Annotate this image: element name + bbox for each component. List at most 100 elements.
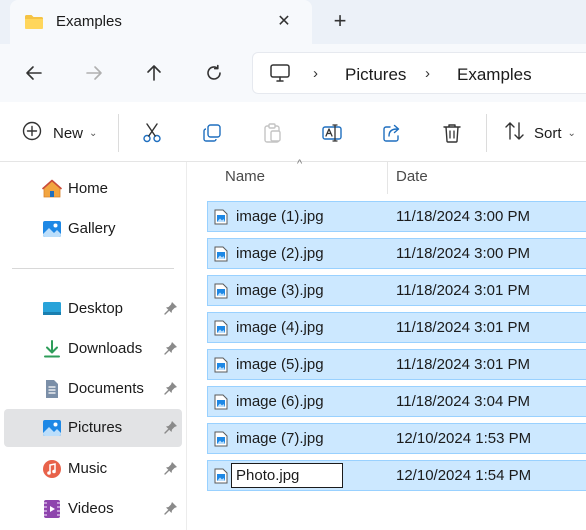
file-date: 11/18/2024 3:01 PM bbox=[396, 356, 530, 373]
file-date: 11/18/2024 3:01 PM bbox=[396, 319, 530, 336]
forward-arrow-icon[interactable] bbox=[79, 58, 109, 88]
copy-icon[interactable] bbox=[201, 120, 223, 146]
sidebar-item-label: Pictures bbox=[68, 419, 123, 436]
back-arrow-icon[interactable] bbox=[19, 58, 49, 88]
this-pc-icon[interactable] bbox=[269, 63, 291, 87]
breadcrumb-pictures[interactable]: Pictures bbox=[345, 65, 406, 85]
pin-icon[interactable] bbox=[164, 341, 178, 359]
image-file-icon bbox=[214, 283, 228, 303]
sort-ascending-icon: ^ bbox=[297, 158, 303, 170]
table-row[interactable]: image (5).jpg 11/18/2024 3:01 PM bbox=[207, 349, 586, 380]
documents-icon bbox=[42, 379, 62, 399]
column-header-name[interactable]: Name bbox=[225, 168, 265, 185]
file-name: image (3).jpg bbox=[236, 282, 324, 299]
file-date: 12/10/2024 1:53 PM bbox=[396, 430, 532, 447]
command-bar: New ⌄ Sort ⌄ bbox=[0, 102, 586, 162]
desktop-icon bbox=[42, 299, 62, 319]
table-row[interactable]: image (3).jpg 11/18/2024 3:01 PM bbox=[207, 275, 586, 306]
up-arrow-icon[interactable] bbox=[139, 58, 169, 88]
refresh-icon[interactable] bbox=[199, 58, 229, 88]
navigation-bar: › Pictures › Examples bbox=[0, 44, 586, 102]
rename-icon[interactable] bbox=[321, 120, 343, 146]
table-row[interactable]: image (7).jpg 12/10/2024 1:53 PM bbox=[207, 423, 586, 454]
close-tab-icon[interactable]: ✕ bbox=[272, 10, 296, 34]
table-row[interactable]: image (6).jpg 11/18/2024 3:04 PM bbox=[207, 386, 586, 417]
delete-icon[interactable] bbox=[441, 120, 463, 146]
chevron-down-icon: ⌄ bbox=[89, 127, 98, 139]
address-bar[interactable]: › Pictures › Examples bbox=[252, 52, 586, 94]
rename-input[interactable] bbox=[231, 463, 343, 488]
column-divider[interactable] bbox=[387, 162, 388, 194]
cut-icon[interactable] bbox=[141, 120, 163, 146]
image-file-icon bbox=[214, 246, 228, 266]
breadcrumb-examples[interactable]: Examples bbox=[457, 65, 532, 85]
chevron-down-icon: ⌄ bbox=[567, 127, 576, 139]
sidebar-item-label: Gallery bbox=[68, 220, 116, 237]
file-name: image (5).jpg bbox=[236, 356, 324, 373]
pin-icon[interactable] bbox=[164, 461, 178, 479]
file-name: image (7).jpg bbox=[236, 430, 324, 447]
pictures-icon bbox=[42, 418, 62, 438]
home-icon bbox=[42, 179, 62, 199]
table-row-renaming[interactable]: 12/10/2024 1:54 PM bbox=[207, 460, 586, 491]
divider bbox=[486, 114, 487, 152]
image-file-icon bbox=[214, 209, 228, 229]
sidebar-item-label: Desktop bbox=[68, 300, 124, 317]
divider bbox=[118, 114, 119, 152]
pin-icon[interactable] bbox=[164, 501, 178, 519]
column-header-date[interactable]: Date bbox=[396, 168, 428, 185]
new-button[interactable]: New ⌄ bbox=[22, 120, 97, 146]
image-file-icon bbox=[214, 320, 228, 340]
sidebar-item-label: Home bbox=[68, 180, 109, 197]
sidebar-divider bbox=[12, 268, 174, 269]
image-file-icon bbox=[214, 357, 228, 377]
tab-examples[interactable]: Examples ✕ bbox=[10, 0, 312, 44]
sidebar-item-label: Downloads bbox=[68, 340, 143, 357]
file-date: 11/18/2024 3:01 PM bbox=[396, 282, 530, 299]
file-date: 11/18/2024 3:00 PM bbox=[396, 245, 530, 262]
sidebar-item-desktop[interactable]: Desktop bbox=[4, 290, 182, 328]
sort-label: Sort bbox=[534, 124, 562, 142]
file-name: image (2).jpg bbox=[236, 245, 324, 262]
videos-icon bbox=[42, 499, 62, 519]
new-label: New bbox=[53, 124, 84, 142]
breadcrumb-chevron[interactable]: › bbox=[313, 65, 318, 82]
table-row[interactable]: image (2).jpg 11/18/2024 3:00 PM bbox=[207, 238, 586, 269]
tab-title: Examples bbox=[56, 13, 122, 30]
folder-icon bbox=[24, 14, 44, 34]
tab-bar: Examples ✕ + bbox=[0, 0, 586, 44]
sidebar-item-gallery[interactable]: Gallery bbox=[4, 210, 182, 248]
sort-button[interactable]: Sort ⌄ bbox=[504, 120, 576, 146]
paste-icon[interactable] bbox=[261, 120, 283, 146]
breadcrumb-chevron[interactable]: › bbox=[425, 65, 430, 82]
image-file-icon bbox=[214, 431, 228, 451]
music-icon bbox=[42, 459, 62, 479]
share-icon[interactable] bbox=[381, 120, 403, 146]
downloads-icon bbox=[42, 339, 62, 359]
file-list: ^ Name Date image (1).jpg 11/18/2024 3:0… bbox=[187, 158, 586, 530]
file-name: image (1).jpg bbox=[236, 208, 324, 225]
image-file-icon bbox=[214, 468, 228, 488]
file-date: 11/18/2024 3:04 PM bbox=[396, 393, 530, 410]
file-name: image (4).jpg bbox=[236, 319, 324, 336]
table-row[interactable]: image (4).jpg 11/18/2024 3:01 PM bbox=[207, 312, 586, 343]
sidebar-item-documents[interactable]: Documents bbox=[4, 370, 182, 408]
file-date: 11/18/2024 3:00 PM bbox=[396, 208, 530, 225]
image-file-icon bbox=[214, 394, 228, 414]
sidebar-item-pictures[interactable]: Pictures bbox=[4, 409, 182, 447]
sidebar-item-videos[interactable]: Videos bbox=[4, 490, 182, 528]
sort-icon bbox=[504, 121, 526, 145]
new-tab-button[interactable]: + bbox=[328, 10, 352, 34]
navigation-pane: Home Gallery Desktop Downloads Documents bbox=[0, 162, 186, 530]
sidebar-item-music[interactable]: Music bbox=[4, 450, 182, 488]
gallery-icon bbox=[42, 219, 62, 239]
sidebar-item-label: Videos bbox=[68, 500, 114, 517]
pin-icon[interactable] bbox=[164, 301, 178, 319]
sidebar-item-home[interactable]: Home bbox=[4, 170, 182, 208]
table-row[interactable]: image (1).jpg 11/18/2024 3:00 PM bbox=[207, 201, 586, 232]
pin-icon[interactable] bbox=[164, 420, 178, 438]
sidebar-item-downloads[interactable]: Downloads bbox=[4, 330, 182, 368]
sidebar-item-label: Music bbox=[68, 460, 108, 477]
pin-icon[interactable] bbox=[164, 381, 178, 399]
plus-circle-icon bbox=[22, 121, 42, 145]
